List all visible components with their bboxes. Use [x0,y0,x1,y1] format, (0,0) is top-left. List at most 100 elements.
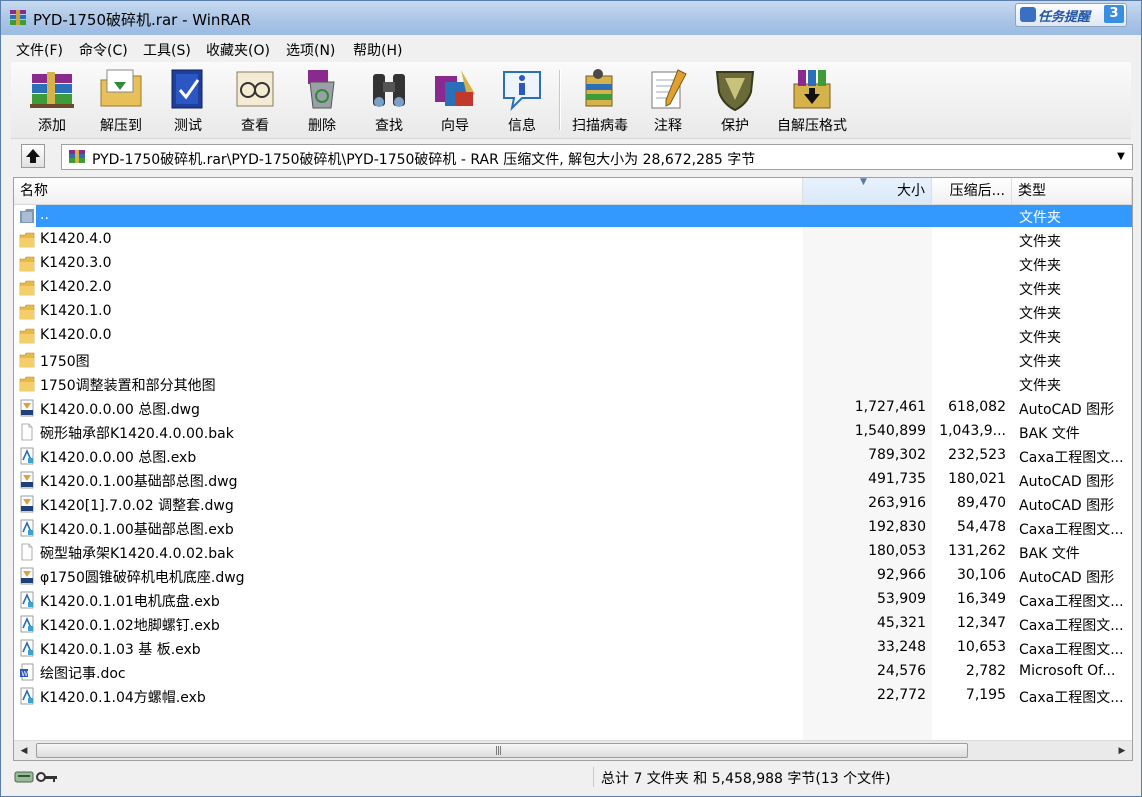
file-name: K1420.4.0 [40,231,112,247]
file-name: K1420.0.1.01电机底盘.exb [40,594,220,610]
column-name[interactable]: 名称 [14,178,803,204]
exb-file-icon [19,591,35,609]
file-row[interactable]: K1420.0.1.00基础部总图.exb 192,830 54,478 Caxa工程… [14,516,1132,540]
sfx-button[interactable]: 自解压格式 [777,64,847,136]
column-size[interactable]: 大小 [803,178,932,204]
test-book-icon [171,69,203,109]
file-type: 文件夹 [1019,282,1061,298]
file-packed-size: 54,478 [957,519,1006,535]
file-name: K1420.0.0.00 总图.dwg [40,402,200,418]
address-field[interactable]: PYD-1750破碎机.rar\PYD-1750破碎机\PYD-1750破碎机 … [61,144,1133,170]
file-type: AutoCAD 图形 [1019,570,1115,586]
file-type: BAK 文件 [1019,546,1080,562]
view-glasses-icon [236,71,274,107]
scan-virus-button[interactable]: 扫描病毒 [567,64,633,136]
file-size: 1,727,461 [854,399,926,415]
scan-virus-icon [585,69,613,107]
file-row[interactable]: K1420.0.0.00 总图.dwg 1,727,461 618,082 AutoC… [14,396,1132,420]
drive-key-icons[interactable] [13,768,59,786]
file-list: 名称 大小 压缩后... 类型 ▼ .. 文件夹 K1420.4.0 文件夹 K1420… [13,177,1133,761]
file-packed-size: 12,347 [957,615,1006,631]
file-name: K1420.3.0 [40,255,112,271]
column-type[interactable]: 类型 [1012,178,1132,204]
address-path: PYD-1750破碎机.rar\PYD-1750破碎机\PYD-1750破碎机 … [92,152,756,168]
protect-shield-icon [715,71,755,112]
file-row[interactable]: K1420.0.1.02地脚螺钉.exb 45,321 12,347 Caxa工程图文… [14,612,1132,636]
title-bar[interactable]: PYD-1750破碎机.rar - WinRAR 任务提醒 3 [1,1,1141,35]
grip-icon: ||| [495,746,502,756]
file-type: Caxa工程图文... [1019,642,1124,658]
menu-options[interactable]: 选项(N) [286,40,335,60]
file-type: AutoCAD 图形 [1019,402,1115,418]
add-button[interactable]: 添加 [19,64,85,136]
menu-bar: 文件(F) 命令(C) 工具(S) 收藏夹(O) 选项(N) 帮助(H) [1,35,1141,61]
file-row[interactable]: K1420.3.0 文件夹 [14,252,1132,276]
file-row[interactable]: K1420[1].7.0.02 调整套.dwg 263,916 89,470 Auto… [14,492,1132,516]
file-row[interactable]: K1420.2.0 文件夹 [14,276,1132,300]
up-folder-button[interactable] [21,144,45,168]
file-name: K1420.0.1.04方螺帽.exb [40,690,206,706]
file-row[interactable]: 1750调整装置和部分其他图 文件夹 [14,372,1132,396]
file-packed-size: 2,782 [965,663,1006,679]
file-row[interactable]: K1420.0.0 文件夹 [14,324,1132,348]
file-type: 文件夹 [1019,234,1061,250]
file-name: K1420.0.0 [40,327,112,343]
file-packed-size: 89,470 [957,495,1006,511]
file-row[interactable]: .. 文件夹 [14,204,1132,228]
dwg-file-icon [19,399,35,417]
sfx-box-icon [793,70,831,109]
file-packed-size: 180,021 [948,471,1006,487]
file-row[interactable]: K1420.0.0.00 总图.exb 789,302 232,523 Caxa工程图… [14,444,1132,468]
status-bar: 总计 7 文件夹 和 5,458,988 字节(13 个文件) [11,765,1133,789]
chevron-down-icon[interactable]: ▼ [1114,149,1128,165]
file-row[interactable]: K1420.0.1.00基础部总图.dwg 491,735 180,021 AutoC… [14,468,1132,492]
file-size: 22,772 [877,687,926,703]
file-row[interactable]: 1750图 文件夹 [14,348,1132,372]
file-name: K1420.2.0 [40,279,112,295]
sfx-label: 自解压格式 [777,118,847,134]
file-row[interactable]: K1420.0.1.01电机底盘.exb 53,909 16,349 Caxa工程图文… [14,588,1132,612]
file-row[interactable]: 碗形轴承部K1420.4.0.00.bak 1,540,899 1,043,9...… [14,420,1132,444]
menu-tools[interactable]: 工具(S) [143,40,191,60]
scroll-left-icon[interactable]: ◀ [16,743,32,759]
horizontal-scrollbar[interactable]: ◀ ||| ▶ [14,740,1132,760]
file-packed-size: 232,523 [948,447,1006,463]
file-type: AutoCAD 图形 [1019,498,1115,514]
dwg-file-icon [19,495,35,513]
file-row[interactable]: φ1750圆锥破碎机电机底座.dwg 92,966 30,106 AutoCAD 图形 [14,564,1132,588]
file-size: 491,735 [868,471,926,487]
file-row[interactable]: K1420.1.0 文件夹 [14,300,1132,324]
file-row[interactable]: K1420.0.1.03 基 板.exb 33,248 10,653 Caxa工程图文… [14,636,1132,660]
file-name: 1750调整装置和部分其他图 [40,378,216,394]
file-size: 180,053 [868,543,926,559]
file-packed-size: 618,082 [948,399,1006,415]
file-row[interactable]: K1420.0.1.04方螺帽.exb 22,772 7,195 Caxa工程图文..… [14,684,1132,708]
file-row[interactable]: K1420.4.0 文件夹 [14,228,1132,252]
file-size: 33,248 [877,639,926,655]
menu-file[interactable]: 文件(F) [16,40,63,60]
file-name: 1750图 [40,354,90,370]
file-type: Caxa工程图文... [1019,450,1124,466]
protect-button[interactable]: 保护 [702,64,768,136]
menu-help[interactable]: 帮助(H) [353,40,402,60]
file-type: Caxa工程图文... [1019,522,1124,538]
file-name: K1420[1].7.0.02 调整套.dwg [40,498,234,514]
file-type: Caxa工程图文... [1019,690,1124,706]
file-row[interactable]: W 绘图记事.doc 24,576 2,782 Microsoft Of... [14,660,1132,684]
folder-icon [19,303,35,321]
menu-command[interactable]: 命令(C) [79,40,128,60]
task-reminder-widget[interactable]: 任务提醒 3 [1015,3,1127,27]
menu-favorites[interactable]: 收藏夹(O) [206,40,270,60]
scrollbar-thumb[interactable]: ||| [36,743,968,758]
file-name: K1420.0.1.00基础部总图.dwg [40,474,238,490]
file-packed-size: 16,349 [957,591,1006,607]
file-size: 1,540,899 [854,423,926,439]
scroll-right-icon[interactable]: ▶ [1114,743,1130,759]
file-row[interactable]: 碗型轴承架K1420.4.0.02.bak 180,053 131,262 BAK 文… [14,540,1132,564]
file-packed-size: 1,043,9... [939,423,1006,439]
column-packed[interactable]: 压缩后... [932,178,1012,204]
folder-icon [19,255,35,273]
info-button[interactable]: 信息 [489,64,555,136]
comment-notepad-icon [651,69,687,109]
folder-icon [19,375,35,393]
